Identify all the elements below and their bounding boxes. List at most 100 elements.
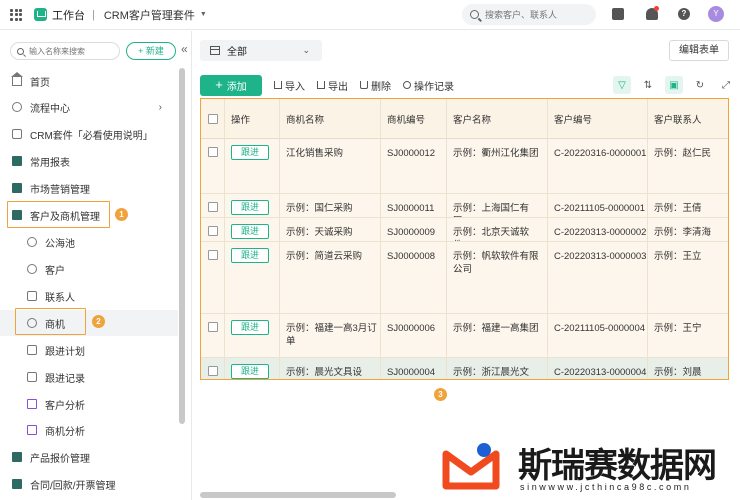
new-button[interactable]: + 新建 (126, 42, 176, 60)
edit-form-button[interactable]: 编辑表单 (669, 40, 729, 61)
sidebar-item-follow-record[interactable]: 跟进记录 (0, 364, 178, 390)
crm-suite-title[interactable]: CRM客户管理套件 (104, 7, 195, 23)
opportunity-name-cell[interactable]: 示例：简道云采购 (280, 242, 381, 313)
sidebar-item-contract[interactable]: 合同/回款/开票管理 (0, 471, 178, 497)
opportunity-name-cell[interactable]: 示例：国仁采购 (280, 194, 381, 217)
follow-up-button[interactable]: 跟进 (231, 320, 269, 335)
chevron-down-icon[interactable]: ▼ (200, 11, 207, 18)
contact-cell[interactable]: 示例：王宁 (648, 314, 728, 357)
table-row[interactable]: 跟进 江化销售采购 SJ0000012 示例：衢州江化集团 C-20220316… (201, 139, 728, 194)
user-icon (27, 264, 37, 274)
sidebar-item-label: 客户 (45, 265, 65, 277)
action-cell: 跟进 (225, 314, 280, 357)
fullscreen-icon[interactable]: ⤢ (717, 76, 735, 94)
sidebar-item-public-pool[interactable]: 公海池 (0, 229, 178, 255)
sidebar-item-customer-analysis[interactable]: 客户分析 (0, 391, 178, 417)
contact-cell[interactable]: 示例：王立 (648, 242, 728, 313)
sidebar-item-reports[interactable]: 常用报表 (0, 148, 178, 174)
delete-button[interactable]: 删除 (360, 78, 391, 93)
table-row[interactable]: 跟进 示例：福建一高3月订单 SJ0000006 示例：福建一高集团 C-202… (201, 314, 728, 358)
export-label: 导出 (328, 81, 348, 93)
follow-up-button[interactable]: 跟进 (231, 248, 269, 263)
contact-cell[interactable]: 示例：李清海 (648, 218, 728, 241)
sidebar-item-customer[interactable]: 客户 (0, 256, 178, 282)
sidebar-item-label: 客户分析 (45, 400, 85, 412)
sidebar-item-home[interactable]: 首页 (0, 68, 178, 94)
table-row[interactable]: 跟进 示例：简道云采购 SJ0000008 示例：帆软软件有限公司 C-2022… (201, 242, 728, 314)
sidebar-search-input[interactable] (29, 46, 119, 56)
follow-up-button[interactable]: 跟进 (231, 200, 269, 215)
column-header[interactable]: 客户名称 (447, 99, 548, 138)
customer-name-cell[interactable]: 示例：衢州江化集团 (447, 139, 548, 193)
view-selector[interactable]: 全部 ⌄ (200, 40, 322, 61)
import-button[interactable]: 导入 (274, 78, 305, 93)
follow-up-button[interactable]: 跟进 (231, 224, 269, 239)
card-view-icon[interactable]: ▣ (665, 76, 683, 94)
table-horizontal-scrollbar[interactable] (200, 492, 396, 498)
follow-up-button[interactable]: 跟进 (231, 364, 269, 379)
sidebar-search[interactable] (10, 42, 120, 60)
column-header[interactable]: 客户编号 (548, 99, 648, 138)
sort-icon[interactable]: ⇅ (639, 76, 657, 94)
clock-icon (403, 81, 411, 89)
help-icon[interactable]: ? (678, 8, 690, 20)
contact-cell[interactable]: 示例：刘晨 (648, 358, 728, 379)
row-checkbox[interactable] (207, 250, 218, 260)
table-row[interactable]: 跟进 示例：天诚采购 SJ0000009 示例：北京天诚软件… C-202203… (201, 218, 728, 242)
app-name[interactable]: 工作台 (52, 7, 85, 23)
row-checkbox[interactable] (207, 226, 218, 236)
column-header[interactable]: 操作 (225, 99, 280, 138)
contact-cell[interactable]: 示例：王倩 (648, 194, 728, 217)
sidebar-item-marketing[interactable]: 市场营销管理 (0, 175, 178, 201)
row-select-cell (201, 139, 225, 193)
export-button[interactable]: 导出 (317, 78, 348, 93)
contact-cell[interactable]: 示例：赵仁民 (648, 139, 728, 193)
table-row[interactable]: 跟进 示例：国仁采购 SJ0000011 示例：上海国仁有限… C-202111… (201, 194, 728, 218)
avatar[interactable]: Y (708, 6, 724, 22)
search-icon (470, 10, 479, 19)
column-header[interactable]: 客户联系人 (648, 99, 728, 138)
step-marker-1: 1 (115, 208, 128, 221)
row-checkbox[interactable] (207, 322, 218, 332)
sidebar-item-contacts[interactable]: 联系人 (0, 283, 178, 309)
book-icon[interactable] (612, 8, 624, 20)
sidebar-item-opportunity-analysis[interactable]: 商机分析 (0, 417, 178, 443)
customer-name-cell[interactable]: 示例：福建一高集团 (447, 314, 548, 357)
export-icon (317, 81, 325, 89)
filter-icon[interactable]: ▽ (613, 76, 631, 94)
sidebar-item-flow-center[interactable]: 流程中心 › (0, 94, 178, 120)
collapse-sidebar-icon[interactable]: « (181, 42, 188, 56)
chevron-right-icon[interactable]: › (159, 102, 162, 113)
row-checkbox[interactable] (207, 147, 218, 157)
table-row[interactable]: 跟进 示例：晨光文具设备… SJ0000004 示例：浙江晨光文具… C-202… (201, 358, 728, 379)
sidebar-item-product-quote[interactable]: 产品报价管理 (0, 444, 178, 470)
customer-code-cell: C-20220313-0000004 (548, 358, 648, 379)
global-search[interactable] (462, 4, 596, 25)
watermark-logo-icon (442, 443, 500, 490)
opportunity-name-cell[interactable]: 示例：晨光文具设备… (280, 358, 381, 379)
customer-name-cell[interactable]: 示例：上海国仁有限… (447, 194, 548, 217)
sidebar-item-crm-guide[interactable]: CRM套件「必看使用说明」 (0, 121, 178, 147)
opportunity-name-cell[interactable]: 示例：天诚采购 (280, 218, 381, 241)
customer-name-cell[interactable]: 示例：浙江晨光文具… (447, 358, 548, 379)
opportunity-name-cell[interactable]: 示例：福建一高3月订单 (280, 314, 381, 357)
add-button[interactable]: + 添加 (200, 74, 262, 96)
calendar-icon (27, 345, 37, 355)
row-checkbox[interactable] (207, 366, 218, 376)
refresh-icon[interactable]: ↻ (691, 76, 709, 94)
sidebar-scrollbar[interactable] (179, 68, 185, 424)
sidebar-item-follow-plan[interactable]: 跟进计划 (0, 337, 178, 363)
customer-code-cell: C-20220316-0000001 (548, 139, 648, 193)
global-search-input[interactable] (485, 9, 585, 20)
opportunity-name-cell[interactable]: 江化销售采购 (280, 139, 381, 193)
customer-name-cell[interactable]: 示例：北京天诚软件… (447, 218, 548, 241)
customer-name-cell[interactable]: 示例：帆软软件有限公司 (447, 242, 548, 313)
app-grid-icon[interactable] (10, 8, 22, 21)
select-all-checkbox[interactable] (207, 113, 218, 124)
row-checkbox[interactable] (207, 202, 218, 212)
column-header[interactable]: 商机编号 (381, 99, 447, 138)
follow-up-button[interactable]: 跟进 (231, 145, 269, 160)
highlight-box-1 (7, 201, 110, 228)
operation-log-button[interactable]: 操作记录 (403, 78, 454, 93)
column-header[interactable]: 商机名称 (280, 99, 381, 138)
